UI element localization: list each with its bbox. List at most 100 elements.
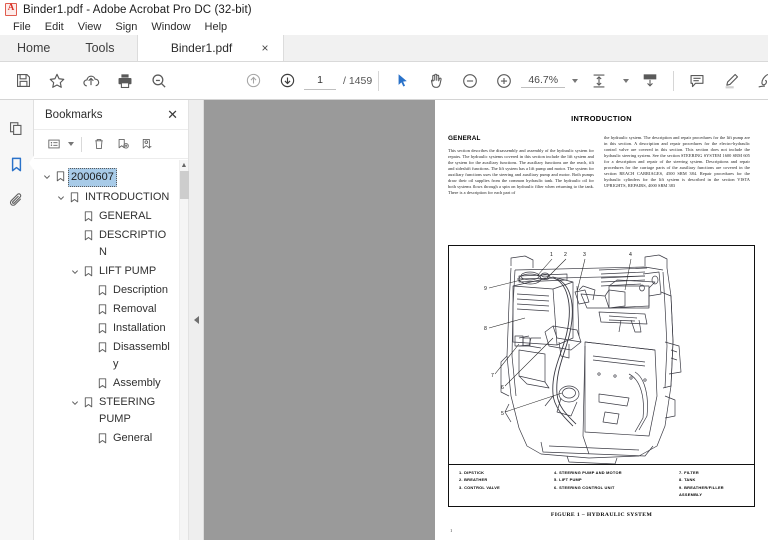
highlight-text-icon[interactable] [714, 64, 748, 98]
zoom-in-icon[interactable] [487, 64, 521, 98]
menu-sign[interactable]: Sign [108, 19, 144, 35]
edit-bookmark-icon[interactable] [135, 133, 159, 155]
collapse-panel-icon[interactable] [193, 316, 199, 324]
bookmarks-toolbar-divider [81, 136, 82, 152]
bookmark-item[interactable]: INTRODUCTION [34, 188, 179, 207]
bookmark-label: Description [113, 284, 169, 296]
figure-1-box: 1 2 3 4 9 8 7 6 5 1. DIPSTICK 2. BREATHE… [448, 245, 755, 507]
bookmark-item[interactable]: General [34, 429, 179, 448]
tab-binder1-pdf[interactable]: Binder1.pdf × [136, 35, 284, 61]
bookmarks-tree[interactable]: 2000607 INTRODUCTION GENERAL DESCRIPTION LIF… [34, 160, 179, 540]
bookmarks-panel-header: Bookmarks ✕ [34, 100, 188, 130]
close-icon[interactable]: × [258, 40, 273, 56]
bookmark-label: GENERAL [99, 210, 152, 222]
bookmark-label: Assembly [113, 377, 161, 389]
bookmark-options-list-icon[interactable] [42, 133, 66, 155]
tab-home[interactable]: Home [0, 35, 69, 61]
svg-text:3: 3 [583, 252, 586, 258]
pdf-page: INTRODUCTION GENERAL This section descri… [435, 100, 768, 540]
new-bookmark-icon[interactable] [111, 133, 135, 155]
bookmark-item[interactable]: 2000607 [34, 167, 179, 188]
bookmarks-icon[interactable] [0, 146, 35, 182]
add-comment-icon[interactable] [680, 64, 714, 98]
scroll-up-icon[interactable]: ▲ [180, 160, 188, 171]
bookmark-icon [81, 394, 96, 411]
svg-text:4: 4 [629, 252, 632, 258]
bookmark-icon [95, 375, 110, 392]
zoom-out-icon[interactable] [453, 64, 487, 98]
bookmark-icon [95, 339, 110, 356]
zoom-level-value[interactable]: 46.7% [521, 74, 566, 88]
save-icon[interactable] [6, 64, 40, 98]
document-viewport[interactable]: INTRODUCTION GENERAL This section descri… [204, 100, 768, 540]
scrollbar-thumb[interactable] [180, 171, 189, 199]
acrobat-icon [5, 2, 17, 16]
menu-file[interactable]: File [6, 19, 38, 35]
bookmark-item[interactable]: Assembly [34, 374, 179, 393]
page-display-icon[interactable] [633, 64, 667, 98]
bookmark-item[interactable]: STEERING PUMP [34, 393, 179, 429]
bookmark-icon [81, 208, 96, 225]
menu-view[interactable]: View [71, 19, 109, 35]
attachments-paperclip-icon[interactable] [0, 182, 34, 218]
bookmark-icon [67, 189, 82, 206]
chevron-down-icon[interactable] [40, 168, 53, 185]
bookmarks-scrollbar[interactable]: ▲ [179, 160, 189, 540]
fit-page-chevron-down-icon[interactable] [623, 78, 630, 83]
legend-item: 3. CONTROL VALVE [459, 484, 500, 490]
bookmark-label: Disassembly [113, 341, 170, 370]
bookmarks-panel: Bookmarks ✕ 2000607 INTRODUCTION GENERAL… [34, 100, 189, 540]
tab-bar: Home Tools Binder1.pdf × [0, 35, 768, 62]
tab-tools[interactable]: Tools [68, 35, 133, 61]
bookmarks-panel-title: Bookmarks [45, 108, 103, 121]
acrobat-window: Binder1.pdf - Adobe Acrobat Pro DC (32-b… [0, 0, 768, 540]
bookmark-icon [53, 168, 68, 185]
print-icon[interactable] [108, 64, 142, 98]
document-columns: GENERAL This section describes the disas… [448, 135, 755, 196]
bookmark-label: DESCRIPTION [99, 229, 167, 258]
previous-page-icon[interactable] [236, 64, 270, 98]
chevron-down-icon[interactable] [54, 189, 67, 206]
figure-legend: 1. DIPSTICK 2. BREATHER 3. CONTROL VALVE… [449, 464, 754, 506]
search-icon[interactable] [142, 64, 176, 98]
bookmark-icon [81, 263, 96, 280]
chevron-down-icon[interactable] [572, 78, 579, 83]
page-total-label: / 1459 [343, 74, 373, 87]
bookmark-item[interactable]: Disassembly [34, 338, 179, 374]
add-to-favorites-icon[interactable] [40, 64, 74, 98]
bookmark-options-chevron-down-icon[interactable] [68, 142, 74, 146]
chevron-down-icon[interactable] [68, 263, 81, 280]
bookmark-item[interactable]: DESCRIPTION [34, 226, 179, 262]
chevron-down-icon[interactable] [68, 394, 81, 411]
hand-pan-icon[interactable] [419, 64, 453, 98]
bookmark-icon [95, 301, 110, 318]
svg-text:2: 2 [564, 252, 567, 258]
bookmark-icon [95, 320, 110, 337]
bookmark-item[interactable]: Installation [34, 319, 179, 338]
fit-page-icon[interactable] [582, 64, 616, 98]
bookmark-label: INTRODUCTION [85, 191, 170, 203]
menu-help[interactable]: Help [198, 19, 235, 35]
page-thumbnails-icon[interactable] [0, 110, 34, 146]
bookmark-item[interactable]: LIFT PUMP [34, 262, 179, 281]
svg-text:8: 8 [484, 326, 487, 332]
menu-edit[interactable]: Edit [38, 19, 71, 35]
page-number-input[interactable] [304, 71, 336, 90]
bookmark-item[interactable]: Description [34, 281, 179, 300]
select-cursor-icon[interactable] [385, 64, 419, 98]
panel-splitter[interactable] [189, 100, 204, 540]
bookmark-item[interactable]: GENERAL [34, 207, 179, 226]
svg-text:7: 7 [491, 373, 494, 379]
delete-bookmark-trash-icon[interactable] [87, 133, 111, 155]
bookmark-item[interactable]: Removal [34, 300, 179, 319]
next-page-icon[interactable] [270, 64, 304, 98]
bookmark-label: STEERING PUMP [99, 396, 156, 425]
close-icon[interactable]: ✕ [165, 106, 180, 123]
draw-freehand-icon[interactable] [748, 64, 768, 98]
menu-window[interactable]: Window [144, 19, 197, 35]
upload-to-cloud-icon[interactable] [74, 64, 108, 98]
toolbar-divider-1 [378, 70, 380, 91]
